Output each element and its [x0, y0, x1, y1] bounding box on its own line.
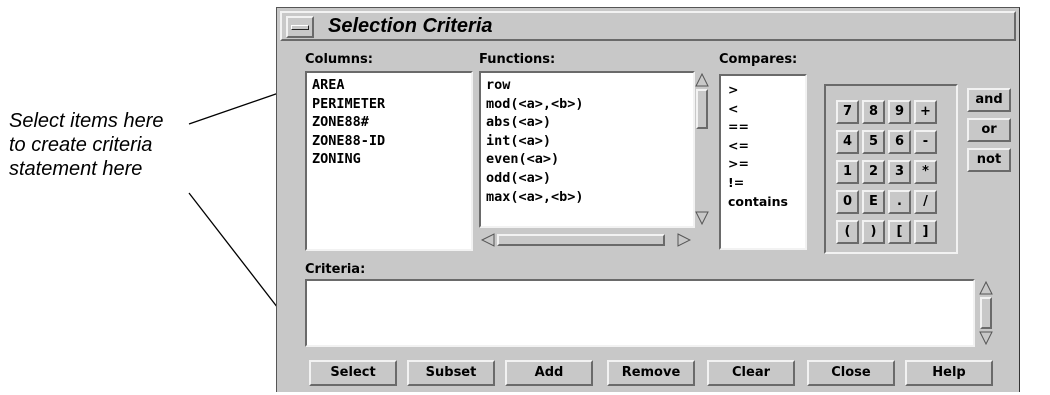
scroll-down-arrow-icon[interactable]: [695, 211, 709, 225]
key-7[interactable]: 7: [836, 100, 859, 124]
not-button[interactable]: not: [967, 148, 1011, 172]
key-minus[interactable]: -: [914, 130, 937, 154]
key-divide[interactable]: /: [914, 190, 937, 214]
key-5[interactable]: 5: [862, 130, 885, 154]
compare-item[interactable]: !=: [721, 174, 805, 193]
functions-vscroll-thumb[interactable]: [696, 89, 708, 129]
key-6[interactable]: 6: [888, 130, 911, 154]
key-plus[interactable]: +: [914, 100, 937, 124]
key-e[interactable]: E: [862, 190, 885, 214]
window-menu-button[interactable]: [286, 16, 314, 38]
functions-vscrollbar[interactable]: [695, 71, 709, 228]
compare-item[interactable]: contains: [721, 193, 805, 212]
function-item[interactable]: row: [481, 76, 693, 95]
functions-hscroll-thumb[interactable]: [497, 234, 665, 246]
close-button[interactable]: Close: [807, 360, 895, 386]
key-3[interactable]: 3: [888, 160, 911, 184]
key-4[interactable]: 4: [836, 130, 859, 154]
scroll-up-arrow-icon[interactable]: [695, 73, 709, 87]
key-close-bracket[interactable]: ]: [914, 220, 937, 244]
annotation-line-1: Select items here: [9, 110, 164, 132]
compares-label: Compares:: [719, 52, 798, 67]
keypad-frame: 7 8 9 + 4 5 6 - 1 2 3 * 0 E . / ( ) [ ]: [824, 84, 958, 254]
and-button[interactable]: and: [967, 88, 1011, 112]
window-menu-icon: [291, 25, 309, 30]
compare-item[interactable]: >=: [721, 155, 805, 174]
function-item[interactable]: int(<a>): [481, 132, 693, 151]
key-8[interactable]: 8: [862, 100, 885, 124]
compare-item[interactable]: ==: [721, 118, 805, 137]
key-0[interactable]: 0: [836, 190, 859, 214]
function-item[interactable]: mod(<a>,<b>): [481, 95, 693, 114]
scroll-right-arrow-icon[interactable]: [677, 233, 691, 247]
help-button[interactable]: Help: [905, 360, 993, 386]
function-item[interactable]: odd(<a>): [481, 169, 693, 188]
subset-button[interactable]: Subset: [407, 360, 495, 386]
scroll-left-arrow-icon[interactable]: [481, 233, 495, 247]
selection-criteria-dialog: Selection Criteria Columns: AREA PERIMET…: [276, 7, 1020, 392]
key-decimal[interactable]: .: [888, 190, 911, 214]
scroll-down-arrow-icon[interactable]: [979, 331, 993, 345]
column-item-zone88-id[interactable]: ZONE88-ID: [307, 132, 471, 151]
key-open-bracket[interactable]: [: [888, 220, 911, 244]
key-open-paren[interactable]: (: [836, 220, 859, 244]
remove-button[interactable]: Remove: [607, 360, 695, 386]
compare-item[interactable]: <: [721, 100, 805, 119]
column-item-area[interactable]: AREA: [307, 76, 471, 95]
annotation-line-2: to create criteria: [9, 134, 153, 156]
columns-label: Columns:: [305, 52, 373, 67]
function-item[interactable]: max(<a>,<b>): [481, 188, 693, 207]
key-9[interactable]: 9: [888, 100, 911, 124]
functions-label: Functions:: [479, 52, 556, 67]
criteria-vscrollbar[interactable]: [979, 279, 993, 347]
add-button[interactable]: Add: [505, 360, 593, 386]
columns-list[interactable]: AREA PERIMETER ZONE88# ZONE88-ID ZONING: [305, 71, 473, 251]
criteria-label: Criteria:: [305, 262, 366, 277]
scroll-up-arrow-icon[interactable]: [979, 281, 993, 295]
compare-item[interactable]: >: [721, 81, 805, 100]
criteria-vscroll-thumb[interactable]: [980, 297, 992, 329]
title-bar[interactable]: Selection Criteria: [280, 11, 1016, 41]
column-item-perimeter[interactable]: PERIMETER: [307, 95, 471, 114]
functions-hscrollbar[interactable]: [479, 233, 695, 247]
clear-button[interactable]: Clear: [707, 360, 795, 386]
annotation-line-3: statement here: [9, 158, 143, 180]
functions-list[interactable]: row mod(<a>,<b>) abs(<a>) int(<a>) even(…: [479, 71, 695, 228]
criteria-textarea[interactable]: [305, 279, 975, 347]
annotation-text: Select items here to create criteria sta…: [9, 109, 164, 181]
select-button[interactable]: Select: [309, 360, 397, 386]
key-1[interactable]: 1: [836, 160, 859, 184]
column-item-zone88[interactable]: ZONE88#: [307, 113, 471, 132]
column-item-zoning[interactable]: ZONING: [307, 150, 471, 169]
compares-list[interactable]: > < == <= >= != contains: [719, 74, 807, 250]
key-close-paren[interactable]: ): [862, 220, 885, 244]
key-2[interactable]: 2: [862, 160, 885, 184]
dialog-title: Selection Criteria: [328, 15, 493, 37]
function-item[interactable]: abs(<a>): [481, 113, 693, 132]
or-button[interactable]: or: [967, 118, 1011, 142]
compare-item[interactable]: <=: [721, 137, 805, 156]
key-multiply[interactable]: *: [914, 160, 937, 184]
function-item[interactable]: even(<a>): [481, 150, 693, 169]
